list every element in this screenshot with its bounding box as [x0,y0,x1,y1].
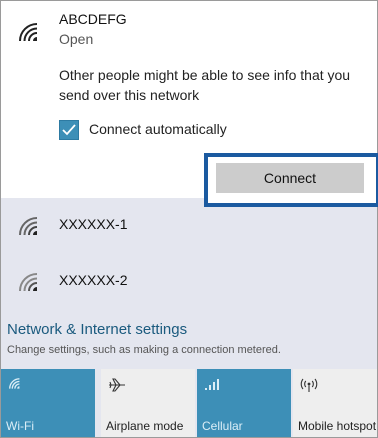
mobile-hotspot-tile-label: Mobile hotspot [298,419,377,433]
connect-automatically-label[interactable]: Connect automatically [89,121,227,137]
wifi-tile-label: Wi-Fi [6,419,34,433]
security-warning-text: Other people might be able to see info t… [59,67,351,103]
mobile-hotspot-tile[interactable]: Mobile hotspot [293,369,377,437]
connect-automatically-checkbox[interactable] [59,120,79,140]
network-flyout: ABCDEFG Open Other people might be able … [0,0,378,438]
checkmark-icon [62,124,76,136]
hotspot-icon [300,377,318,398]
network-settings-description: Change settings, such as making a connec… [7,344,281,356]
connect-button-highlight: Connect [204,153,378,207]
network-status: Open [59,31,94,47]
cellular-tile-label: Cellular [202,419,243,433]
quick-actions: Wi-Fi Airplane mode Cellular Mobile hots… [1,369,377,437]
wifi-signal-icon [17,21,45,45]
wifi-tile[interactable]: Wi-Fi [1,369,95,437]
airplane-icon [108,377,126,398]
wifi-icon [8,377,24,396]
network-name: XXXXXX-2 [59,272,128,288]
network-name: XXXXXX-1 [59,216,128,232]
wifi-signal-icon [17,215,45,239]
network-settings-link[interactable]: Network & Internet settings [7,321,187,338]
cellular-icon [204,377,220,396]
cellular-tile[interactable]: Cellular [197,369,291,437]
network-name: ABCDEFG [59,11,127,27]
connect-button[interactable]: Connect [216,163,364,193]
airplane-mode-tile[interactable]: Airplane mode [101,369,195,437]
airplane-mode-tile-label: Airplane mode [106,419,184,433]
wifi-signal-icon [17,271,45,295]
